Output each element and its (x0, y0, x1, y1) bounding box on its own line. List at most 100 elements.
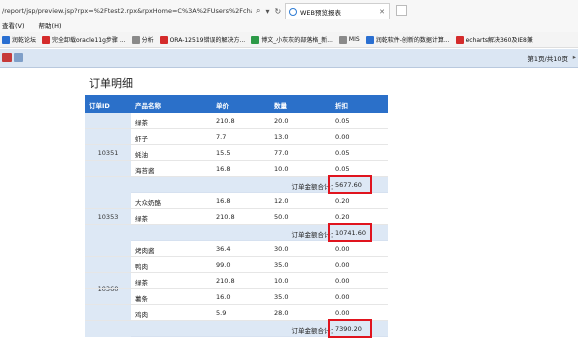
next-page-icon[interactable]: ▸ (573, 53, 576, 61)
table-row: 蚝油 15.5 77.0 0.05 (85, 145, 388, 161)
favorite-label: 分析 (141, 37, 154, 44)
product-cell: 海苔酱 (135, 167, 155, 175)
favorite-label: 润乾软件-创新的数据计算... (375, 37, 450, 44)
price-cell: 16.8 (216, 165, 231, 173)
address-bar[interactable]: /report/jsp/preview.jsp?rpx=%2Ftest2.rpx… (2, 5, 252, 17)
discount-cell: 0.05 (335, 165, 350, 173)
product-cell: 鸡肉 (135, 311, 148, 319)
favorite-item[interactable]: MIS (338, 35, 360, 44)
search-icon[interactable]: ⌕ (256, 6, 260, 16)
order-report-table: 订单ID 产品名称 单价 数量 折扣 10351 绿茶 210.8 20.0 0.05 虾… (85, 95, 388, 338)
quantity-cell: 10.0 (274, 165, 289, 173)
refresh-icon[interactable]: ↻ (275, 7, 282, 16)
discount-cell: 0.05 (335, 149, 350, 157)
menu-view[interactable]: 查看(V) (2, 21, 25, 32)
discount-cell: 0.05 (335, 117, 350, 125)
forum-icon (2, 35, 10, 44)
favorite-item[interactable]: 博文_小灰灰的部落格_新... (251, 35, 333, 44)
product-cell: 绿茶 (135, 119, 148, 127)
table-row: 薯条 16.0 35.0 0.00 (85, 289, 388, 305)
quantity-cell: 12.0 (274, 197, 289, 205)
quantity-cell: 13.0 (274, 133, 289, 141)
order-total-row: 订单金额合计： 5677.60 (85, 175, 388, 194)
report-toolbar: 第1页/共10页 ▸ (0, 49, 578, 68)
folder-icon (131, 35, 140, 44)
price-cell: 15.5 (216, 149, 231, 157)
header-discount: 折扣 (335, 102, 348, 110)
site-icon (455, 35, 464, 44)
favorite-item[interactable]: 润乾软件-创新的数据计算... (365, 35, 450, 44)
product-cell: 鸭肉 (135, 263, 148, 271)
order-total-row: 订单金额合计： 10741.60 (85, 223, 388, 242)
discount-cell: 0.00 (335, 293, 350, 301)
discount-cell: 0.20 (335, 213, 350, 221)
quantity-cell: 77.0 (274, 149, 289, 157)
quantity-cell: 35.0 (274, 261, 289, 269)
tab-title: WEB预览报表 (300, 8, 341, 17)
page-info: 第1页/共10页 (527, 55, 568, 63)
header-quantity: 数量 (274, 102, 287, 110)
quantity-cell: 30.0 (274, 245, 289, 253)
folder-icon (338, 35, 347, 44)
order-group: 10360 烤肉酱 36.4 30.0 0.00 鸭肉 99.0 35.0 0.00 绿茶 210.… (85, 241, 388, 338)
price-cell: 210.8 (216, 213, 235, 221)
order-group: 10353 大众奶酪 16.8 12.0 0.20 绿茶 210.8 50.0 0.20 订单金额… (85, 193, 388, 242)
quantity-cell: 35.0 (274, 293, 289, 301)
total-highlight-box (328, 223, 372, 242)
product-cell: 大众奶酪 (135, 199, 161, 207)
price-cell: 16.0 (216, 293, 231, 301)
tab-web-preview[interactable]: WEB预览报表 ✕ (285, 3, 390, 19)
menu-help[interactable]: 帮助(H) (39, 21, 62, 32)
total-highlight-box (328, 319, 372, 338)
favorite-label: 博文_小灰灰的部落格_新... (261, 37, 333, 44)
table-row: 绿茶 210.8 10.0 0.00 (85, 273, 388, 289)
discount-cell: 0.00 (335, 261, 350, 269)
table-row: 鸭肉 99.0 35.0 0.00 (85, 257, 388, 273)
header-price: 单价 (216, 102, 229, 110)
table-row: 绿茶 210.8 20.0 0.05 (85, 113, 388, 129)
favorite-item[interactable]: ORA-12519错误的解决方... (159, 35, 246, 44)
price-cell: 210.8 (216, 117, 235, 125)
close-icon[interactable]: ✕ (379, 8, 385, 16)
favorite-item[interactable]: 润乾论坛 (2, 35, 36, 44)
address-actions: ⌕ ▾ ↻ (256, 5, 281, 17)
discount-cell: 0.00 (335, 309, 350, 317)
print-icon[interactable] (14, 53, 23, 62)
product-cell: 蚝油 (135, 151, 148, 159)
order-total-row: 订单金额合计： 7390.20 (85, 319, 388, 338)
quantity-cell: 50.0 (274, 213, 289, 221)
price-cell: 16.8 (216, 197, 231, 205)
header-product: 产品名称 (135, 102, 161, 110)
price-cell: 5.9 (216, 309, 227, 317)
favorite-item[interactable]: 分析 (131, 35, 154, 44)
quantity-cell: 10.0 (274, 277, 289, 285)
favorite-label: 完全卸载oracle11g步骤 ... (52, 37, 126, 44)
discount-cell: 0.00 (335, 245, 350, 253)
discount-cell: 0.00 (335, 277, 350, 285)
price-cell: 36.4 (216, 245, 231, 253)
favorites-bar: 润乾论坛 完全卸载oracle11g步骤 ... 分析 ORA-12519错误的解决方… (0, 32, 578, 48)
table-row: 大众奶酪 16.8 12.0 0.20 (85, 193, 388, 209)
site-icon (365, 35, 374, 44)
export-icon[interactable] (2, 53, 12, 62)
dropdown-icon[interactable]: ▾ (265, 7, 269, 16)
new-tab-button[interactable] (396, 5, 407, 16)
discount-cell: 0.20 (335, 197, 350, 205)
order-group: 10351 绿茶 210.8 20.0 0.05 虾子 7.7 13.0 0.00 蚝油 15.5 7… (85, 113, 388, 194)
favorite-label: ORA-12519错误的解决方... (169, 37, 246, 44)
product-cell: 烤肉酱 (135, 247, 155, 255)
ie-icon (289, 7, 297, 16)
price-cell: 7.7 (216, 133, 227, 141)
menu-bar: 查看(V) 帮助(H) (0, 21, 578, 32)
favorite-item[interactable]: echarts解决360及IE8兼 (455, 35, 533, 44)
price-cell: 210.8 (216, 277, 235, 285)
site-icon (159, 35, 168, 44)
discount-cell: 0.00 (335, 133, 350, 141)
total-highlight-box (328, 175, 372, 194)
report-title: 订单明细 (89, 77, 133, 90)
browser-address-row: /report/jsp/preview.jsp?rpx=%2Ftest2.rpx… (0, 0, 578, 22)
table-header: 订单ID 产品名称 单价 数量 折扣 (85, 95, 388, 113)
table-row: 烤肉酱 36.4 30.0 0.00 (85, 241, 388, 257)
product-cell: 绿茶 (135, 279, 148, 287)
favorite-item[interactable]: 完全卸载oracle11g步骤 ... (42, 35, 126, 44)
